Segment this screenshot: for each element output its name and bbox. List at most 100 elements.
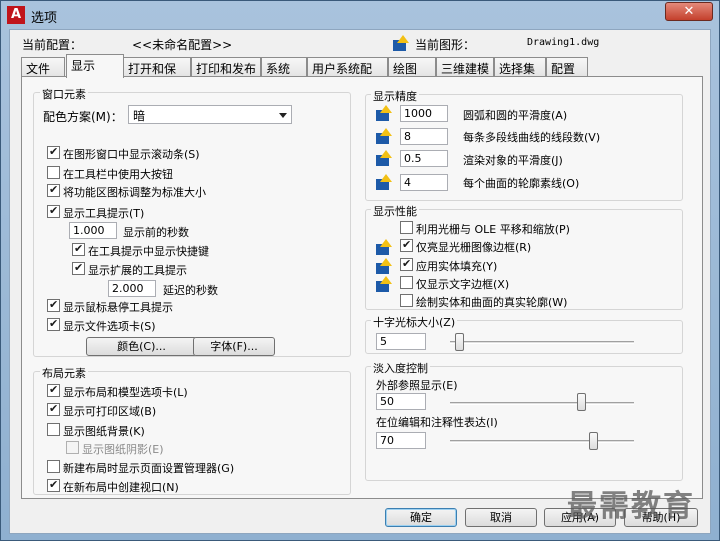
show-paper-background-label: 显示图纸背景(K) xyxy=(63,425,145,438)
window-elements-title: 窗口元素 xyxy=(40,86,88,102)
show-paper-shadow-checkbox[interactable] xyxy=(66,441,79,454)
crosshair-size-slider-track[interactable] xyxy=(450,341,634,344)
options-dialog: A 选项 ✕ 当前配置： <<未命名配置>> 当前图形： Drawing1.dw… xyxy=(0,0,720,541)
display-performance-title: 显示性能 xyxy=(371,203,419,219)
tab-user-preferences[interactable]: 用户系统配置 xyxy=(307,57,388,93)
cancel-button[interactable]: 取消 xyxy=(465,508,537,527)
arc-smoothness-input[interactable]: 1000 xyxy=(400,105,448,122)
dialog-client: 当前配置： <<未命名配置>> 当前图形： Drawing1.dwg 文件 显示… xyxy=(9,29,711,534)
show-rollover-tooltips-label: 显示鼠标悬停工具提示 xyxy=(63,301,173,314)
show-extended-tooltips-label: 显示扩展的工具提示 xyxy=(88,264,187,277)
show-file-tabs-label: 显示文件选项卡(S) xyxy=(63,320,156,333)
ok-button[interactable]: 确定 xyxy=(385,508,457,527)
raster-pan-zoom-checkbox[interactable] xyxy=(400,221,413,234)
show-extended-tooltips-checkbox[interactable] xyxy=(72,261,85,275)
inplace-edit-input[interactable]: 70 xyxy=(376,432,426,449)
large-toolbar-buttons-checkbox[interactable] xyxy=(47,166,60,179)
tab-profiles[interactable]: 配置 xyxy=(546,57,588,77)
current-profile-label: 当前配置： xyxy=(22,38,83,52)
create-viewport-checkbox[interactable] xyxy=(47,478,60,492)
show-scrollbars-checkbox[interactable] xyxy=(47,145,60,159)
color-scheme-select[interactable]: 暗 xyxy=(128,105,292,124)
show-page-setup-manager-checkbox[interactable] xyxy=(47,460,60,473)
tab-selection[interactable]: 选择集 xyxy=(494,57,546,77)
show-rollover-tooltips-checkbox[interactable] xyxy=(47,298,60,312)
tab-open-save[interactable]: 打开和保存 xyxy=(123,57,191,93)
highlight-raster-frame-label: 仅亮显光栅图像边框(R) xyxy=(416,241,532,254)
xref-display-input[interactable]: 50 xyxy=(376,393,426,410)
tooltip-delay-input[interactable]: 1.000 xyxy=(69,222,117,239)
tab-drafting[interactable]: 绘图 xyxy=(388,57,436,77)
inplace-edit-slider-thumb[interactable] xyxy=(589,432,599,450)
true-silhouettes-checkbox[interactable] xyxy=(400,294,413,307)
autocad-app-icon: A xyxy=(7,6,25,24)
window-title: 选项 xyxy=(31,11,58,26)
rendered-smoothness-input[interactable]: 0.5 xyxy=(400,150,448,167)
drawing-saved-icon xyxy=(376,150,394,166)
show-layout-tabs-label: 显示布局和模型选项卡(L) xyxy=(63,386,188,399)
raster-pan-zoom-label: 利用光栅与 OLE 平移和缩放(P) xyxy=(416,223,570,236)
show-file-tabs-checkbox[interactable] xyxy=(47,317,60,331)
xref-display-slider-thumb[interactable] xyxy=(577,393,587,411)
fonts-button[interactable]: 字体(F)... xyxy=(193,337,275,356)
crosshair-size-slider-thumb[interactable] xyxy=(455,333,465,351)
xref-display-slider-track[interactable] xyxy=(450,402,634,405)
crosshair-size-input[interactable]: 5 xyxy=(376,333,426,350)
show-shortcut-keys-checkbox[interactable] xyxy=(72,242,85,256)
apply-solid-fill-checkbox[interactable] xyxy=(400,257,413,271)
drawing-saved-icon xyxy=(376,128,394,144)
layout-elements-title: 布局元素 xyxy=(40,365,88,381)
show-paper-background-checkbox[interactable] xyxy=(47,423,60,436)
polyline-segments-label: 每条多段线曲线的线段数(V) xyxy=(463,131,601,144)
tab-system[interactable]: 系统 xyxy=(261,57,307,77)
crosshair-size-title: 十字光标大小(Z) xyxy=(371,314,458,330)
show-page-setup-manager-label: 新建布局时显示页面设置管理器(G) xyxy=(63,462,235,475)
tab-files[interactable]: 文件 xyxy=(21,57,65,77)
text-boundary-frame-checkbox[interactable] xyxy=(400,276,413,289)
chevron-down-icon xyxy=(279,113,287,118)
large-toolbar-buttons-label: 在工具栏中使用大按钮 xyxy=(63,168,173,181)
show-scrollbars-label: 在图形窗口中显示滚动条(S) xyxy=(63,148,200,161)
show-printable-area-checkbox[interactable] xyxy=(47,402,60,416)
inplace-edit-label: 在位编辑和注释性表达(I) xyxy=(376,416,498,429)
contour-lines-input[interactable]: 4 xyxy=(400,174,448,191)
show-printable-area-label: 显示可打印区域(B) xyxy=(63,405,157,418)
current-drawing-value: Drawing1.dwg xyxy=(527,37,600,48)
tab-3d-modeling[interactable]: 三维建模 xyxy=(436,57,494,77)
drawing-file-icon xyxy=(393,35,411,51)
display-resolution-title: 显示精度 xyxy=(371,88,419,104)
tooltip-delay-label: 显示前的秒数 xyxy=(123,226,189,239)
text-boundary-frame-label: 仅显示文字边框(X) xyxy=(416,278,510,291)
resize-ribbon-icons-checkbox[interactable] xyxy=(47,183,60,197)
fade-control-title: 淡入度控制 xyxy=(371,360,430,376)
apply-solid-fill-label: 应用实体填充(Y) xyxy=(416,260,498,273)
drawing-saved-icon xyxy=(376,174,394,190)
current-profile-value: <<未命名配置>> xyxy=(132,38,233,52)
title-bar[interactable]: A 选项 ✕ xyxy=(1,1,719,29)
watermark-text: 最需教育 xyxy=(567,489,695,524)
color-scheme-value: 暗 xyxy=(133,109,146,123)
create-viewport-label: 在新布局中创建视口(N) xyxy=(63,481,179,494)
rendered-smoothness-label: 渲染对象的平滑度(J) xyxy=(463,154,563,167)
extended-delay-label: 延迟的秒数 xyxy=(163,284,218,297)
polyline-segments-input[interactable]: 8 xyxy=(400,128,448,145)
tab-display[interactable]: 显示 xyxy=(66,54,124,78)
xref-display-label: 外部参照显示(E) xyxy=(376,379,458,392)
extended-delay-input[interactable]: 2.000 xyxy=(108,280,156,297)
show-tooltips-label: 显示工具提示(T) xyxy=(63,207,145,220)
drawing-saved-icon xyxy=(376,239,394,255)
colors-button[interactable]: 颜色(C)... xyxy=(86,337,197,356)
tab-plot-publish[interactable]: 打印和发布 xyxy=(191,57,261,77)
inplace-edit-slider-track[interactable] xyxy=(450,440,634,443)
color-scheme-label: 配色方案(M)： xyxy=(43,110,123,124)
display-tab-panel: 窗口元素 配色方案(M)： 暗 在图形窗口中显示滚动条(S) 在工具栏中使用大按… xyxy=(21,76,703,499)
contour-lines-label: 每个曲面的轮廓素线(O) xyxy=(463,177,580,190)
show-tooltips-checkbox[interactable] xyxy=(47,204,60,218)
show-paper-shadow-label: 显示图纸阴影(E) xyxy=(82,443,164,456)
arc-smoothness-label: 圆弧和圆的平滑度(A) xyxy=(463,109,568,122)
true-silhouettes-label: 绘制实体和曲面的真实轮廓(W) xyxy=(416,296,568,309)
close-button[interactable]: ✕ xyxy=(665,2,713,21)
show-layout-tabs-checkbox[interactable] xyxy=(47,383,60,397)
resize-ribbon-icons-label: 将功能区图标调整为标准大小 xyxy=(63,186,206,199)
highlight-raster-frame-checkbox[interactable] xyxy=(400,238,413,252)
